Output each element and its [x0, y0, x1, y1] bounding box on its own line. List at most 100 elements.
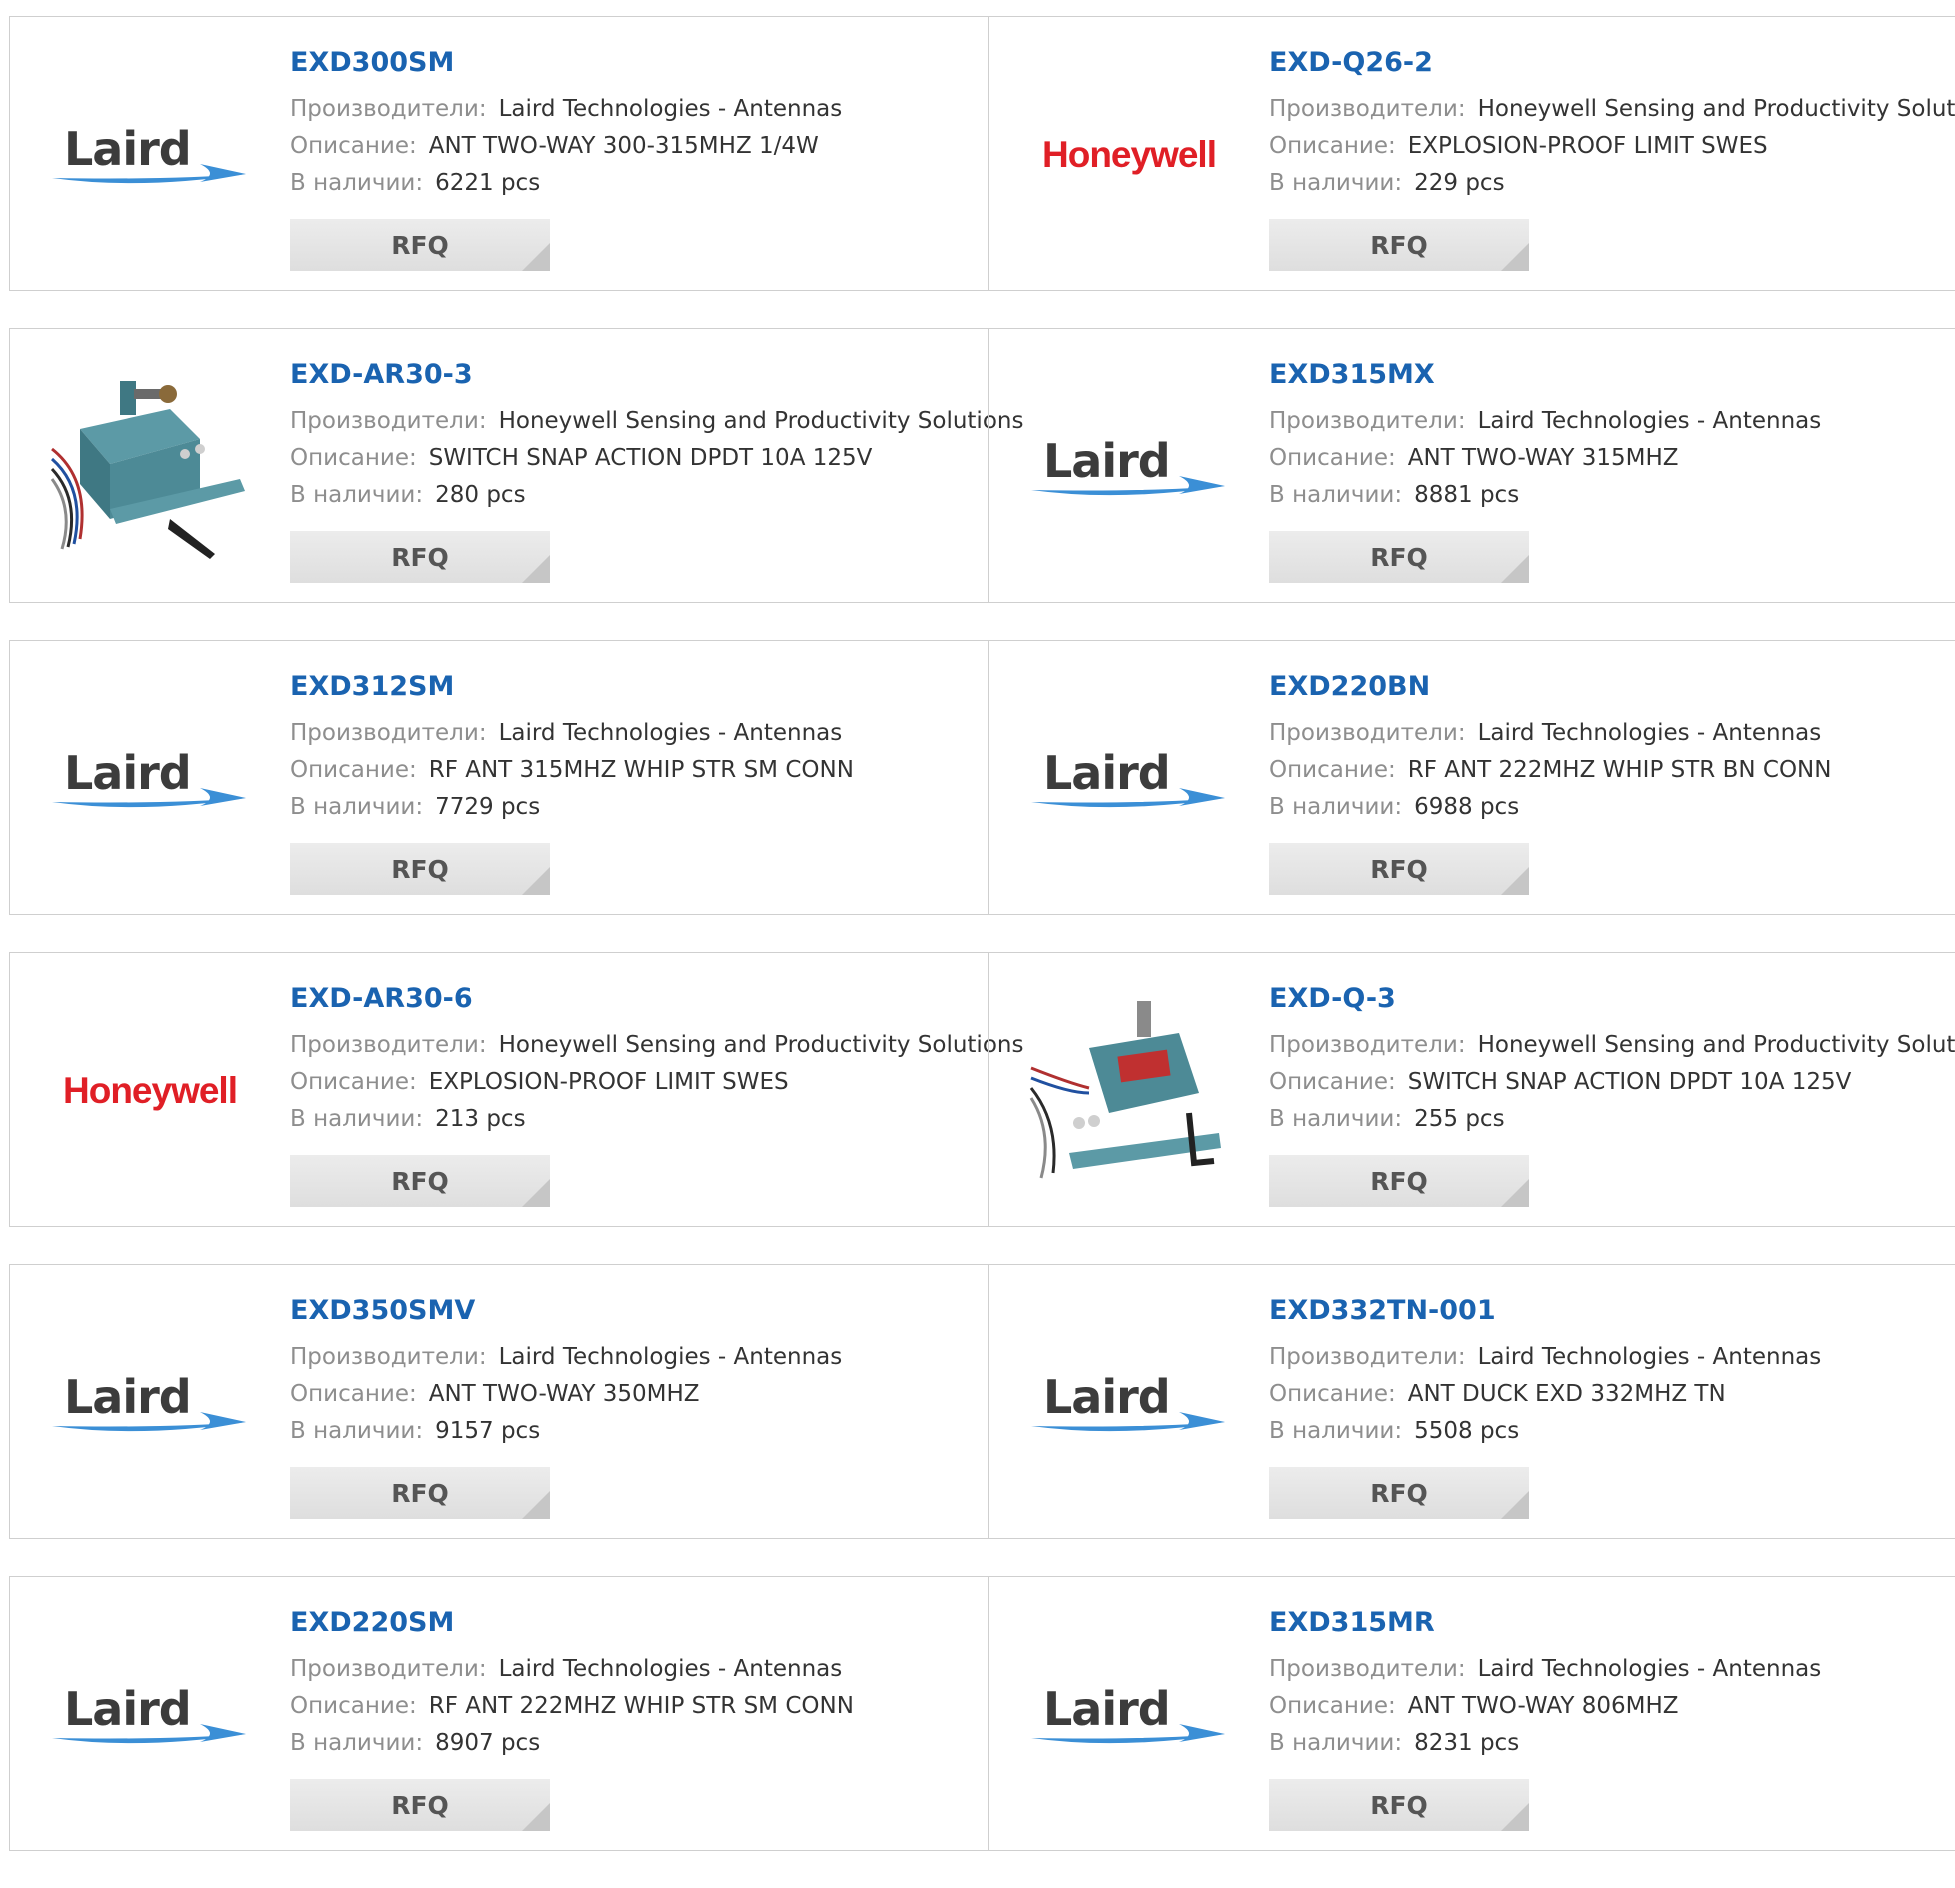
- description-value: EXPLOSION-PROOF LIMIT SWES: [428, 1069, 789, 1095]
- description-label: Описание:: [290, 445, 417, 471]
- product-row: Laird EXD312SM Производители: Laird Technol…: [9, 640, 1955, 915]
- part-number-link[interactable]: EXD-AR30-6: [290, 981, 988, 1017]
- product-info: EXD315MX Производители: Laird Technologies…: [1269, 357, 1955, 514]
- manufacturer-logo[interactable]: Laird: [1029, 681, 1229, 876]
- manufacturer-label: Производители:: [1269, 1032, 1466, 1058]
- manufacturer-logo[interactable]: Laird: [1029, 1305, 1229, 1500]
- manufacturer-logo[interactable]: [50, 369, 250, 564]
- rfq-label: RFQ: [391, 542, 449, 572]
- manufacturer-label: Производители:: [290, 720, 487, 746]
- laird-logo: Laird: [50, 744, 250, 814]
- description-line: Описание: ANT TWO-WAY 806MHZ: [1269, 1688, 1955, 1725]
- description-value: SWITCH SNAP ACTION DPDT 10A 125V: [428, 445, 873, 471]
- product-info: EXD300SM Производители: Laird Technologies…: [290, 45, 988, 202]
- manufacturer-value: Laird Technologies - Antennas: [498, 1344, 843, 1370]
- manufacturer-label: Производители:: [290, 1656, 487, 1682]
- product-info: EXD332TN-001 Производители: Laird Technolo…: [1269, 1293, 1955, 1450]
- description-value: RF ANT 315MHZ WHIP STR SM CONN: [428, 757, 854, 783]
- rfq-button[interactable]: RFQ: [1269, 1155, 1529, 1207]
- manufacturer-logo[interactable]: Laird: [50, 1617, 250, 1812]
- corner-fold-icon: [1501, 1491, 1529, 1519]
- description-value: ANT DUCK EXD 332MHZ TN: [1407, 1381, 1726, 1407]
- part-number-link[interactable]: EXD300SM: [290, 45, 988, 81]
- part-number-link[interactable]: EXD220BN: [1269, 669, 1955, 705]
- manufacturer-value: Laird Technologies - Antennas: [1477, 1656, 1822, 1682]
- manufacturer-line: Производители: Honeywell Sensing and Prod…: [1269, 91, 1955, 128]
- rfq-button[interactable]: RFQ: [1269, 1467, 1529, 1519]
- description-label: Описание:: [1269, 757, 1396, 783]
- description-value: ANT TWO-WAY 806MHZ: [1407, 1693, 1679, 1719]
- laird-logo: Laird: [1029, 1680, 1229, 1750]
- manufacturer-logo[interactable]: Laird: [50, 681, 250, 876]
- description-line: Описание: RF ANT 315MHZ WHIP STR SM CONN: [290, 752, 988, 789]
- part-number-link[interactable]: EXD315MR: [1269, 1605, 1955, 1641]
- part-number-link[interactable]: EXD315MX: [1269, 357, 1955, 393]
- product-row: Honeywell EXD-AR30-6 Производители: Honeywe…: [9, 952, 1955, 1227]
- manufacturer-logo[interactable]: [1029, 993, 1229, 1188]
- product-card: Laird EXD315MX Производители: Laird Technol…: [988, 329, 1955, 602]
- manufacturer-label: Производители:: [1269, 408, 1466, 434]
- laird-logo: Laird: [1029, 1368, 1229, 1438]
- description-label: Описание:: [1269, 445, 1396, 471]
- product-row: EXD-AR30-3 Производители: Honeywell Sensin…: [9, 328, 1955, 603]
- part-number-link[interactable]: EXD312SM: [290, 669, 988, 705]
- part-number-link[interactable]: EXD-AR30-3: [290, 357, 988, 393]
- product-row: Laird EXD300SM Производители: Laird Technol…: [9, 16, 1955, 291]
- manufacturer-value: Honeywell Sensing and Productivity Solut…: [1477, 1032, 1955, 1058]
- description-label: Описание:: [1269, 1381, 1396, 1407]
- rfq-button[interactable]: RFQ: [1269, 843, 1529, 895]
- manufacturer-logo[interactable]: Laird: [1029, 1617, 1229, 1812]
- part-number-link[interactable]: EXD350SMV: [290, 1293, 988, 1329]
- stock-value: 213 pcs: [435, 1106, 526, 1132]
- rfq-button[interactable]: RFQ: [290, 1467, 550, 1519]
- stock-label: В наличии:: [1269, 482, 1403, 508]
- description-label: Описание:: [290, 1381, 417, 1407]
- manufacturer-value: Laird Technologies - Antennas: [1477, 720, 1822, 746]
- corner-fold-icon: [522, 1803, 550, 1831]
- part-number-link[interactable]: EXD-Q26-2: [1269, 45, 1955, 81]
- corner-fold-icon: [522, 243, 550, 271]
- stock-line: В наличии: 6988 pcs: [1269, 789, 1955, 826]
- manufacturer-value: Honeywell Sensing and Productivity Solut…: [1477, 96, 1955, 122]
- stock-value: 6988 pcs: [1414, 794, 1520, 820]
- stock-label: В наличии:: [290, 1418, 424, 1444]
- product-card: Laird EXD220SM Производители: Laird Technol…: [10, 1577, 988, 1850]
- stock-value: 8881 pcs: [1414, 482, 1520, 508]
- part-number-link[interactable]: EXD332TN-001: [1269, 1293, 1955, 1329]
- corner-fold-icon: [522, 1179, 550, 1207]
- description-line: Описание: ANT TWO-WAY 350MHZ: [290, 1376, 988, 1413]
- manufacturer-logo[interactable]: Honeywell: [1029, 57, 1229, 252]
- product-info: EXD-AR30-3 Производители: Honeywell Sensin…: [290, 357, 1023, 514]
- stock-line: В наличии: 280 pcs: [290, 477, 988, 514]
- laird-logo: Laird: [50, 1680, 250, 1750]
- rfq-button[interactable]: RFQ: [290, 1779, 550, 1831]
- rfq-label: RFQ: [1370, 230, 1428, 260]
- manufacturer-label: Производители:: [290, 408, 487, 434]
- manufacturer-label: Производители:: [1269, 720, 1466, 746]
- manufacturer-line: Производители: Honeywell Sensing and Prod…: [290, 403, 1023, 440]
- manufacturer-logo[interactable]: Laird: [50, 57, 250, 252]
- manufacturer-logo[interactable]: Laird: [1029, 369, 1229, 564]
- product-card: Laird EXD312SM Производители: Laird Technol…: [10, 641, 988, 914]
- rfq-button[interactable]: RFQ: [1269, 219, 1529, 271]
- rfq-button[interactable]: RFQ: [290, 843, 550, 895]
- rfq-button[interactable]: RFQ: [290, 219, 550, 271]
- rfq-button[interactable]: RFQ: [290, 1155, 550, 1207]
- rfq-button[interactable]: RFQ: [1269, 531, 1529, 583]
- manufacturer-line: Производители: Honeywell Sensing and Prod…: [1269, 1027, 1955, 1064]
- manufacturer-logo[interactable]: Laird: [50, 1305, 250, 1500]
- rfq-button[interactable]: RFQ: [1269, 1779, 1529, 1831]
- part-number-link[interactable]: EXD220SM: [290, 1605, 988, 1641]
- product-grid: Laird EXD300SM Производители: Laird Technol…: [9, 16, 1955, 1888]
- laird-logo: Laird: [1029, 432, 1229, 502]
- part-number-link[interactable]: EXD-Q-3: [1269, 981, 1955, 1017]
- manufacturer-value: Laird Technologies - Antennas: [498, 96, 843, 122]
- stock-line: В наличии: 7729 pcs: [290, 789, 988, 826]
- rfq-button[interactable]: RFQ: [290, 531, 550, 583]
- manufacturer-label: Производители:: [1269, 96, 1466, 122]
- description-label: Описание:: [290, 1693, 417, 1719]
- description-line: Описание: RF ANT 222MHZ WHIP STR BN CONN: [1269, 752, 1955, 789]
- manufacturer-logo[interactable]: Honeywell: [50, 993, 250, 1188]
- product-card: EXD-AR30-3 Производители: Honeywell Sensin…: [10, 329, 1023, 602]
- corner-fold-icon: [1501, 1179, 1529, 1207]
